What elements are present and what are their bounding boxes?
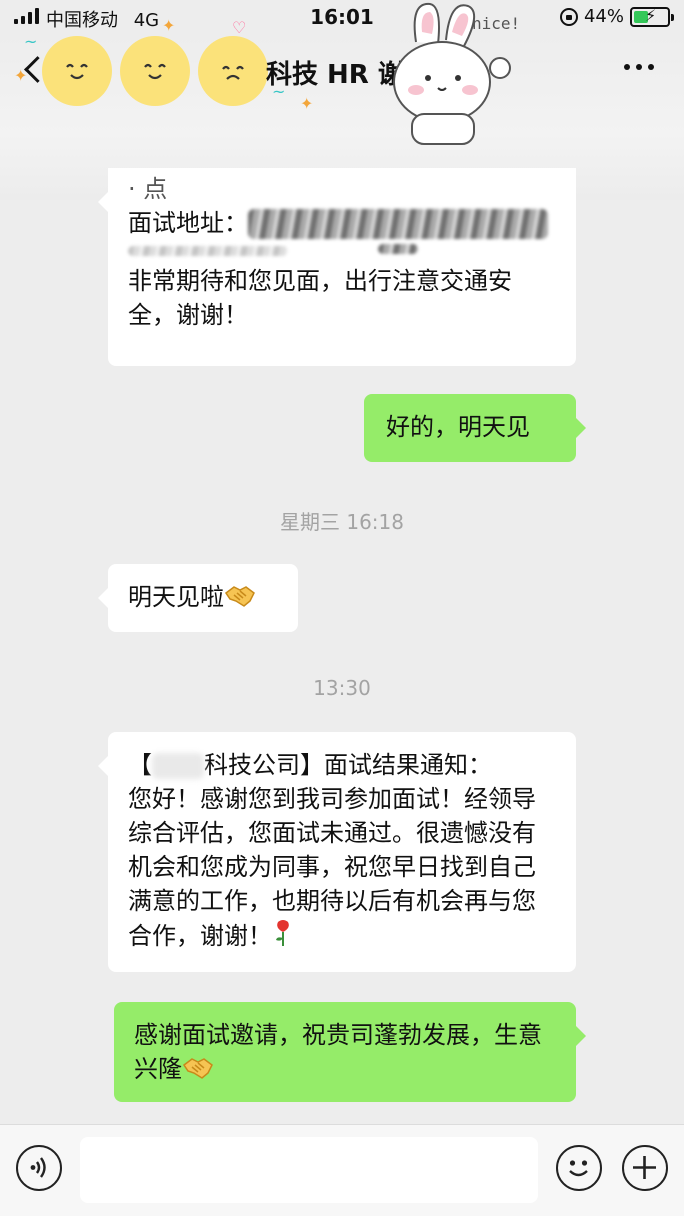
message-bubble-incoming[interactable]: · 点 面试地址： 非常期待和您见面，出行注意交通安全，谢谢！ xyxy=(98,168,576,366)
dot-icon xyxy=(624,64,630,70)
swirl-icon: ~ xyxy=(24,32,38,51)
dot-icon xyxy=(636,64,642,70)
company-suffix: 科技公司】面试结果通知： xyxy=(204,751,492,779)
rotation-lock-icon xyxy=(559,7,578,26)
more-options-button[interactable] xyxy=(624,64,654,70)
message-text: 好的，明天见 xyxy=(386,413,530,441)
voice-icon xyxy=(30,1157,46,1178)
plus-button[interactable] xyxy=(622,1145,668,1191)
redacted-line xyxy=(128,240,556,264)
message-bubble-incoming[interactable]: 明天见啦 xyxy=(98,564,298,632)
star-icon: ✦ xyxy=(162,16,176,35)
message-bubble-incoming[interactable]: 【 科技公司】面试结果通知： 您好！感谢您到我司参加面试！经领导综合评估，您面试未… xyxy=(98,732,576,972)
timestamp: 星期三 16:18 xyxy=(280,510,404,534)
voice-button[interactable] xyxy=(16,1145,62,1191)
sticker-nice-text: nice! xyxy=(472,14,521,33)
message-text: 明天见啦 xyxy=(128,583,224,611)
smiley-sticker-icon xyxy=(42,36,112,106)
message-bubble-outgoing[interactable]: 感谢面试邀请，祝贵司蓬勃发展，生意兴隆 xyxy=(114,1002,586,1102)
battery-percent: 44% xyxy=(583,6,624,27)
address-label: 面试地址： xyxy=(128,209,248,237)
message-text: 非常期待和您见面，出行注意交通安全，谢谢！ xyxy=(128,267,512,329)
charging-bolt-icon: ⚡ xyxy=(645,5,657,25)
emoji-button[interactable] xyxy=(556,1145,602,1191)
message-bubble-outgoing[interactable]: 好的，明天见 xyxy=(364,394,586,462)
plus-icon xyxy=(633,1156,656,1179)
timestamp: 13:30 xyxy=(313,676,371,700)
input-bar xyxy=(0,1124,684,1216)
smiley-sticker-icon xyxy=(120,36,190,106)
message-input[interactable] xyxy=(80,1137,538,1203)
status-right: 44% ⚡ xyxy=(559,5,674,27)
message-partial-line: · 点 xyxy=(128,175,168,203)
handshake-icon xyxy=(224,583,256,618)
heart-icon: ♡ xyxy=(232,18,247,37)
rose-icon xyxy=(272,918,294,957)
open-bracket: 【 xyxy=(128,751,152,779)
emoji-icon xyxy=(569,1160,588,1177)
star-icon: ✦ xyxy=(14,66,28,85)
message-header-line: 【 科技公司】面试结果通知： xyxy=(128,748,556,782)
status-bar: 中国移动 4G 16:01 44% ⚡ xyxy=(0,0,684,36)
redacted-text xyxy=(378,244,418,254)
address-line: 面试地址： xyxy=(128,206,556,240)
redacted-text xyxy=(128,246,288,256)
message-text: 您好！感谢您到我司参加面试！经领导综合评估，您面试未通过。很遗憾没有机会和您成为… xyxy=(128,785,536,950)
star-icon: ✦ xyxy=(300,94,314,113)
redacted-company xyxy=(152,753,204,779)
smiley-sticker-icon xyxy=(198,36,268,106)
battery-icon: ⚡ xyxy=(630,5,674,27)
redacted-address xyxy=(248,209,548,239)
handshake-icon xyxy=(182,1055,214,1090)
dot-icon xyxy=(648,64,654,70)
